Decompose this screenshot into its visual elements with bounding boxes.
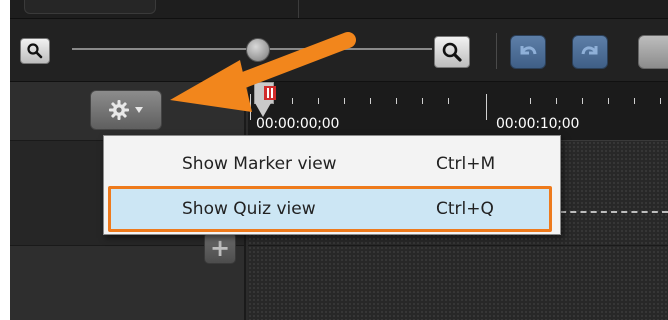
ruler-tick (318, 98, 319, 104)
ruler-tick (448, 98, 449, 104)
ruler-tick (292, 98, 293, 104)
ruler-tick-major (250, 94, 251, 120)
menu-item-label: Show Marker view (182, 154, 337, 174)
panel-tab[interactable] (24, 0, 156, 14)
ruler-tick (422, 98, 423, 104)
undo-icon (520, 46, 537, 55)
menu-item-show-quiz-view[interactable]: Show Quiz view Ctrl+Q (108, 186, 552, 232)
timeline-track[interactable] (248, 246, 668, 320)
top-panel-strip (10, 0, 668, 19)
time-ruler[interactable]: 00:00:00;00 00:00:10;00 (248, 82, 668, 141)
ruler-tick (608, 98, 609, 104)
chevron-down-icon (135, 107, 143, 113)
undo-button[interactable] (510, 35, 546, 69)
zoom-out-button[interactable] (20, 38, 50, 64)
menu-item-show-marker-view[interactable]: Show Marker view Ctrl+M (108, 144, 552, 184)
magnifier-plus-icon (442, 42, 462, 62)
plus-icon: + (209, 234, 231, 262)
toolbar-separator (496, 33, 497, 69)
timeline-toolbar (10, 19, 668, 82)
redo-button[interactable] (572, 35, 608, 69)
editor-window: 00:00:00;00 00:00:10;00 + Show Marker vi… (10, 0, 668, 320)
redo-icon (581, 46, 598, 55)
timeline-options-button[interactable] (90, 90, 162, 130)
toolbar-button-partial[interactable] (638, 35, 668, 69)
ruler-tick (556, 98, 557, 104)
zoom-slider-handle[interactable] (246, 38, 270, 62)
gear-icon (109, 100, 129, 120)
ruler-tick (370, 98, 371, 104)
timecode-label: 00:00:10;00 (496, 116, 580, 132)
menu-item-shortcut: Ctrl+M (436, 154, 496, 174)
ruler-tick (530, 98, 531, 104)
magnifier-minus-icon (27, 43, 43, 59)
ruler-tick (634, 98, 635, 104)
timecode-label: 00:00:00;00 (256, 116, 340, 132)
menu-item-label: Show Quiz view (182, 199, 316, 219)
menu-item-shortcut: Ctrl+Q (436, 199, 494, 219)
timeline-options-menu: Show Marker view Ctrl+M Show Quiz view C… (103, 135, 561, 235)
ruler-tick-major (486, 94, 487, 120)
ruler-tick (582, 98, 583, 104)
playhead-marker (264, 86, 276, 100)
ruler-tick (344, 98, 345, 104)
ruler-tick (660, 98, 661, 104)
ruler-tick (396, 98, 397, 104)
add-track-button[interactable]: + (204, 232, 236, 264)
panel-divider (298, 0, 299, 18)
playhead-handle[interactable] (254, 82, 276, 104)
zoom-in-button[interactable] (434, 36, 470, 68)
